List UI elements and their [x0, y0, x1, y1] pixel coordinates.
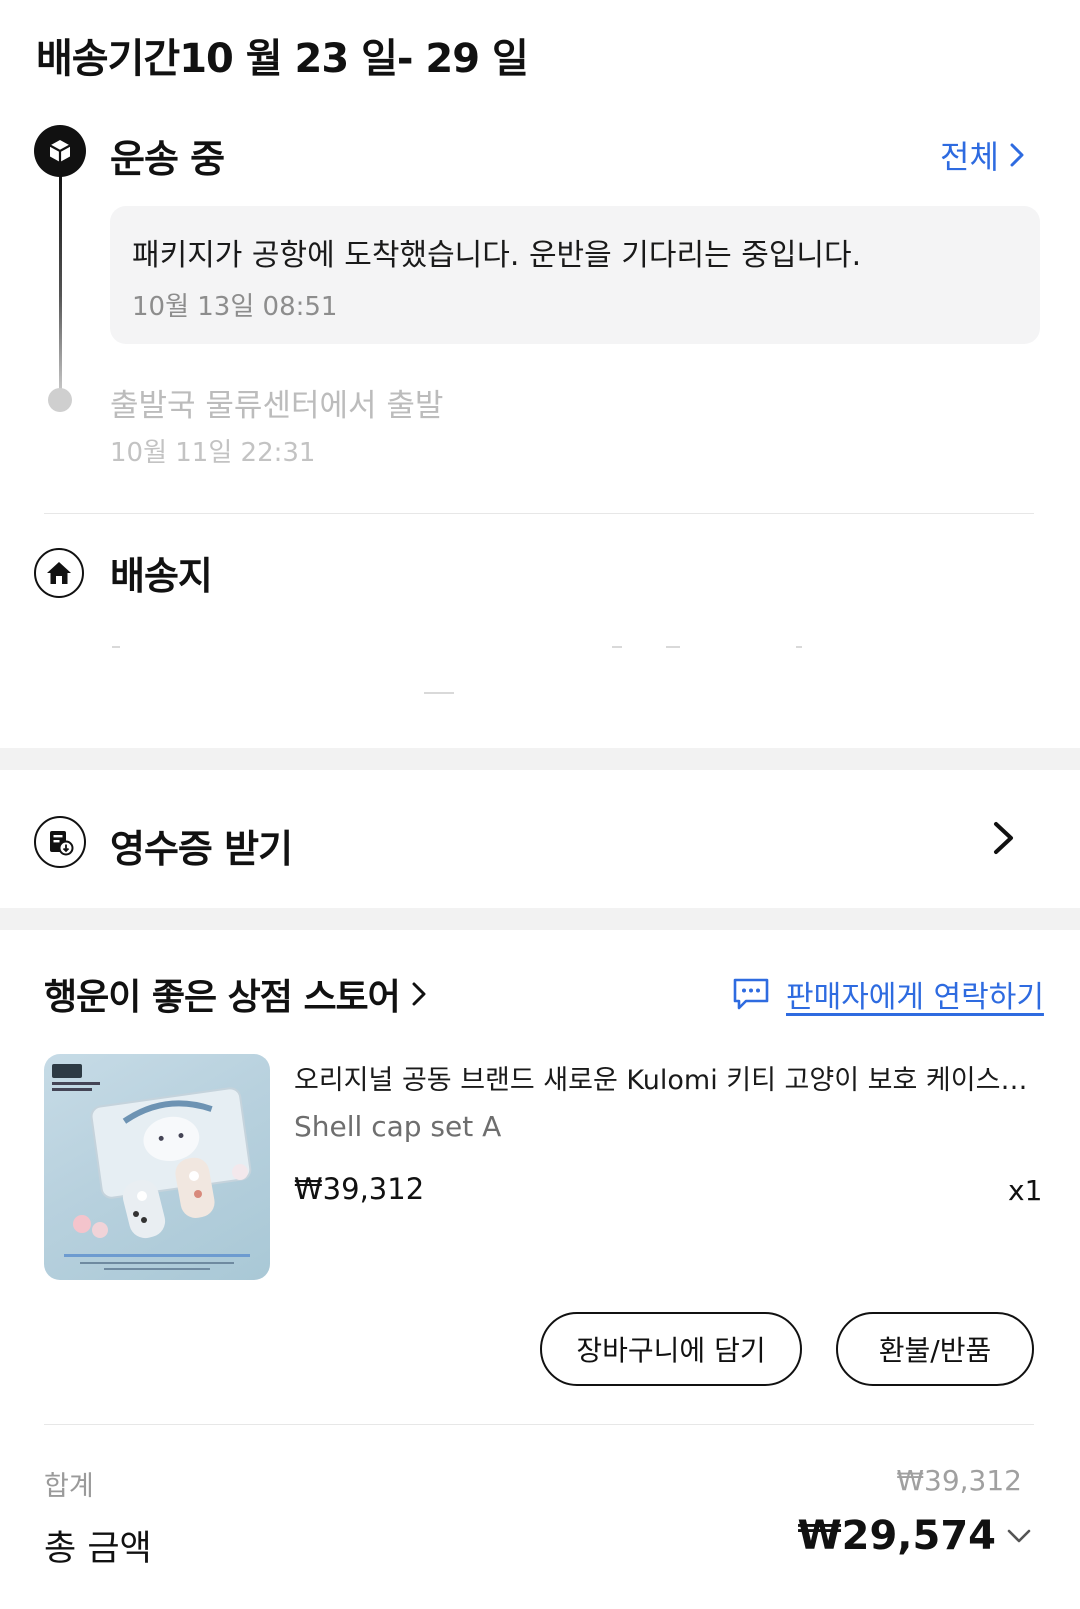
product-variant: Shell cap set A	[294, 1110, 502, 1143]
event-message: 패키지가 공항에 도착했습니다. 운반을 기다리는 중입니다.	[132, 238, 862, 273]
latest-tracking-event: 패키지가 공항에 도착했습니다. 운반을 기다리는 중입니다. 10월 13일 …	[110, 206, 1040, 344]
store-link[interactable]: 행운이 좋은 상점 스토어	[44, 968, 426, 1020]
add-to-cart-button[interactable]: 장바구니에 담기	[540, 1312, 802, 1386]
previous-event-message: 출발국 물류센터에서 출발	[110, 388, 444, 424]
chevron-right-icon	[412, 982, 426, 1006]
chevron-down-icon[interactable]	[1006, 1528, 1032, 1544]
address-title: 배송지	[110, 554, 213, 598]
package-icon	[34, 125, 86, 177]
view-all-link[interactable]: 전체	[940, 132, 1025, 178]
timeline-dot	[48, 388, 72, 412]
store-name: 행운이 좋은 상점 스토어	[44, 977, 401, 1018]
product-quantity: x1	[1008, 1174, 1043, 1207]
contact-seller-link[interactable]: 판매자에게 연락하기	[732, 972, 1044, 1016]
product-image[interactable]	[44, 1054, 270, 1280]
home-icon	[34, 548, 84, 598]
divider	[44, 1424, 1034, 1425]
total-value: ₩29,574	[797, 1513, 996, 1559]
shipping-status: 운송 중	[110, 137, 225, 181]
event-time: 10월 13일 08:51	[132, 292, 338, 322]
contact-seller-label: 판매자에게 연락하기	[786, 980, 1044, 1015]
section-separator	[0, 748, 1080, 770]
receipt-icon	[34, 816, 86, 868]
chevron-right-icon	[1010, 143, 1024, 167]
total-label: 총 금액	[44, 1529, 152, 1569]
delivery-period: 배송기간10 월 23 일- 29 일	[36, 36, 529, 82]
chevron-right-icon[interactable]	[992, 820, 1016, 856]
product-title[interactable]: 오리지널 공동 브랜드 새로운 Kulomi 키티 고양이 보호 케이스 Ns2…	[294, 1058, 1034, 1097]
view-all-label: 전체	[940, 138, 999, 176]
chat-icon	[733, 978, 769, 1010]
previous-event-time: 10월 11일 22:31	[110, 438, 316, 468]
refund-return-button[interactable]: 환불/반품	[836, 1312, 1034, 1386]
receipt-title[interactable]: 영수증 받기	[110, 818, 293, 873]
subtotal-value: ₩39,312	[896, 1464, 1022, 1497]
divider	[44, 513, 1034, 514]
timeline-line	[59, 170, 62, 398]
section-separator	[0, 908, 1080, 930]
product-price: ₩39,312	[294, 1172, 425, 1206]
subtotal-label: 합계	[44, 1471, 94, 1502]
